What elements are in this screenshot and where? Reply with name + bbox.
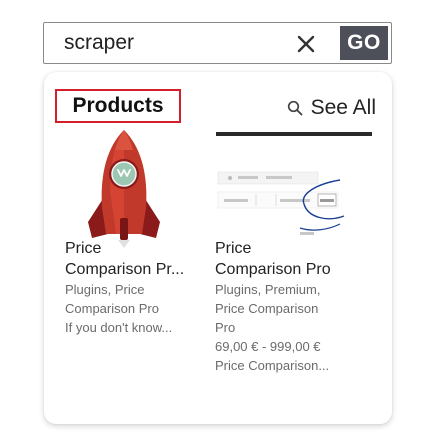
- go-button[interactable]: GO: [340, 26, 388, 60]
- product-description: Price Comparison...: [215, 358, 330, 373]
- product-name-line-2: Comparison Pr...: [65, 261, 185, 278]
- see-all-link[interactable]: See All: [287, 96, 376, 120]
- product-card-2[interactable]: Price Comparison Pro Plugins, Premium, P…: [215, 238, 365, 375]
- rocket-icon: [88, 130, 160, 248]
- product-name-line-1: Price: [215, 240, 252, 257]
- product-category: Plugins, Price: [65, 282, 145, 297]
- search-bar: GO: [43, 22, 392, 64]
- product-category: Price Comparison: [215, 301, 319, 316]
- clear-search-button[interactable]: [288, 27, 324, 61]
- search-widget: GO Products See All: [0, 0, 442, 444]
- product-name-line-1: Price: [65, 240, 102, 257]
- product-description: If you don't know...: [65, 320, 173, 335]
- section-title-label: Products: [72, 94, 164, 117]
- product-category: Plugins, Premium,: [215, 282, 321, 297]
- see-all-label: See All: [310, 96, 376, 119]
- product-name-line-2: Comparison Pro: [215, 261, 331, 278]
- table-screenshot-icon: [216, 148, 372, 246]
- product-card-1[interactable]: Price Comparison Pr... Plugins, Price Co…: [65, 238, 215, 337]
- product-price: 69,00 € - 999,00 €: [215, 339, 321, 354]
- thumbnail-top-bar: [216, 132, 372, 136]
- search-icon: [287, 100, 303, 116]
- results-dropdown: Products See All Price Comparison Pr... …: [44, 72, 392, 424]
- product-thumbnail-2[interactable]: [216, 132, 372, 246]
- product-category: Comparison Pro: [65, 301, 159, 316]
- product-thumbnail-1[interactable]: [66, 130, 182, 248]
- section-title-products: Products: [55, 89, 181, 123]
- product-category: Pro: [215, 320, 236, 335]
- close-icon: [297, 35, 315, 53]
- search-input[interactable]: [44, 23, 304, 63]
